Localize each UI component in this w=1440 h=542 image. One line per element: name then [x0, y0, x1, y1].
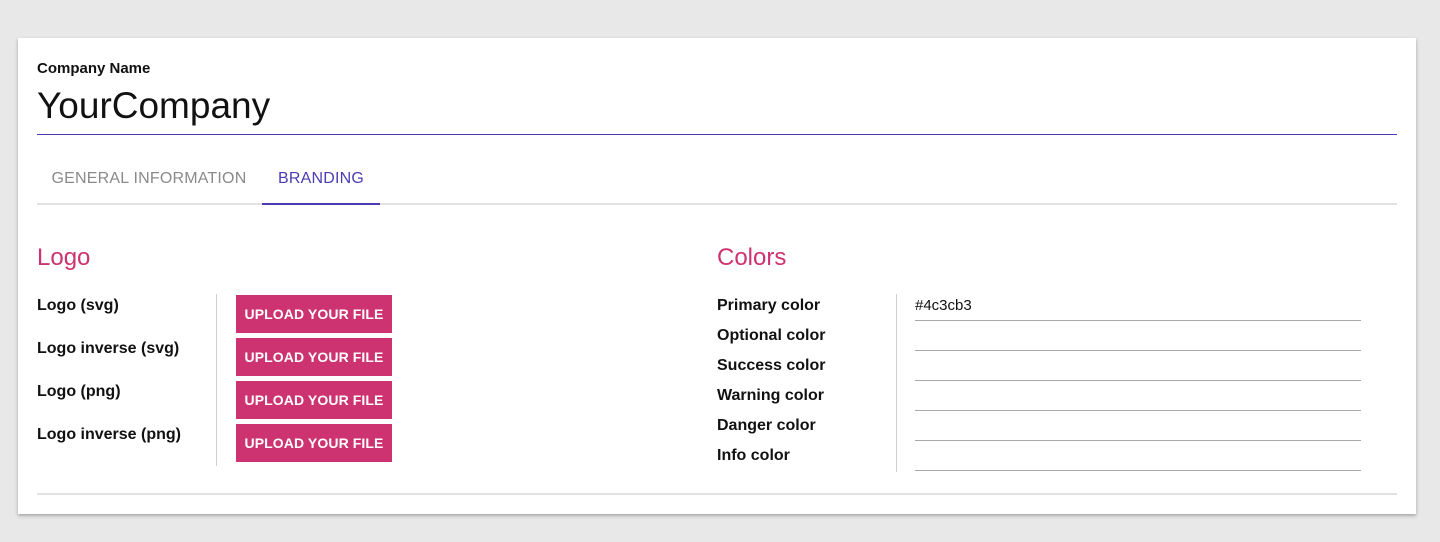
upload-logo-svg-button[interactable]: UPLOAD YOUR FILE	[236, 295, 392, 333]
upload-logo-inverse-png-button[interactable]: UPLOAD YOUR FILE	[236, 424, 392, 462]
logo-inverse-svg-label: Logo inverse (svg)	[37, 340, 180, 357]
bottom-divider	[37, 493, 1397, 495]
tab-general-information[interactable]: GENERAL INFORMATION	[37, 162, 261, 203]
company-settings-card: Company Name YourCompany GENERAL INFORMA…	[18, 38, 1416, 514]
optional-color-label: Optional color	[717, 327, 826, 344]
logo-column-divider	[216, 294, 217, 466]
colors-column-divider	[896, 294, 897, 472]
info-color-input[interactable]	[915, 446, 1361, 471]
upload-logo-png-button[interactable]: UPLOAD YOUR FILE	[236, 381, 392, 419]
colors-section-title: Colors	[717, 244, 787, 271]
optional-color-input[interactable]	[915, 326, 1361, 351]
success-color-label: Success color	[717, 357, 826, 374]
logo-section-title: Logo	[37, 244, 91, 271]
logo-svg-label: Logo (svg)	[37, 297, 119, 314]
danger-color-input[interactable]	[915, 416, 1361, 441]
info-color-label: Info color	[717, 447, 790, 464]
tab-branding[interactable]: BRANDING	[262, 162, 380, 205]
tab-bar: GENERAL INFORMATION BRANDING	[37, 162, 1397, 205]
company-name-label: Company Name	[37, 60, 151, 77]
logo-inverse-png-label: Logo inverse (png)	[37, 426, 181, 443]
danger-color-label: Danger color	[717, 417, 816, 434]
warning-color-input[interactable]	[915, 386, 1361, 411]
success-color-input[interactable]	[915, 356, 1361, 381]
upload-logo-inverse-svg-button[interactable]: UPLOAD YOUR FILE	[236, 338, 392, 376]
primary-color-label: Primary color	[717, 297, 821, 314]
logo-png-label: Logo (png)	[37, 383, 121, 400]
primary-color-input[interactable]: #4c3cb3	[915, 296, 1361, 321]
company-name-input[interactable]: YourCompany	[37, 82, 1397, 135]
warning-color-label: Warning color	[717, 387, 824, 404]
